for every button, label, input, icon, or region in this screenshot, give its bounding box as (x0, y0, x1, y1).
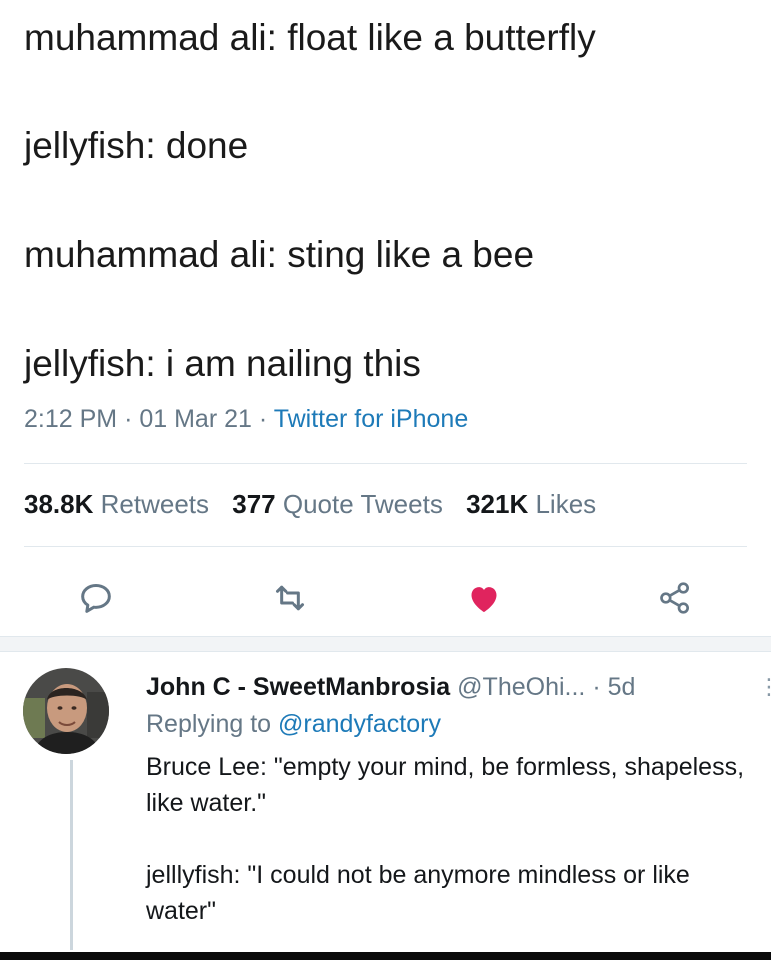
tweet-date[interactable]: 01 Mar 21 (139, 405, 252, 433)
meta-separator: · (124, 405, 133, 433)
tweet-source[interactable]: Twitter for iPhone (274, 405, 469, 433)
retweet-icon (276, 585, 304, 611)
retweet-button[interactable] (270, 578, 310, 618)
replying-to-label: Replying to (146, 710, 272, 738)
likes-count: 321K (466, 489, 529, 519)
avatar[interactable] (23, 668, 109, 754)
reply-display-name[interactable]: John C - SweetManbrosia (146, 673, 450, 701)
avatar-image (23, 668, 109, 754)
heart-icon (471, 587, 497, 613)
tweet-time[interactable]: 2:12 PM (24, 405, 117, 433)
retweets-stat[interactable]: 38.8K Retweets (24, 489, 209, 519)
quote-tweets-label: Quote Tweets (282, 489, 443, 519)
reply-handle[interactable]: @TheOhi... (457, 673, 585, 701)
quote-tweets-count: 377 (232, 489, 276, 519)
tweet-actions-bar (0, 572, 771, 622)
reply-tweet[interactable]: John C - SweetManbrosia @TheOhi... · 5d … (146, 672, 771, 929)
bottom-edge-bar (0, 952, 771, 960)
likes-label: Likes (535, 489, 597, 519)
retweets-label: Retweets (100, 489, 210, 519)
tweet-text-line: muhammad ali: float like a butterfly (24, 17, 596, 58)
thread-connector (70, 760, 73, 950)
section-separator (0, 636, 771, 652)
reply-time-separator: · (592, 673, 601, 701)
divider (24, 463, 747, 464)
retweets-count: 38.8K (24, 489, 94, 519)
quote-tweets-stat[interactable]: 377 Quote Tweets (232, 489, 443, 519)
reply-text: Bruce Lee: "empty your mind, be formless… (146, 753, 745, 925)
share-icon (660, 582, 689, 614)
like-button[interactable] (464, 578, 504, 618)
tweet-metadata: 2:12 PM · 01 Mar 21 · Twitter for iPhone (24, 405, 468, 434)
divider (24, 546, 747, 547)
more-options-icon[interactable]: ⋮ (758, 674, 771, 700)
reply-icon (81, 584, 111, 613)
tweet-text-line: jellyfish: done (24, 125, 249, 166)
tweet-text-line: jellyfish: i am nailing this (24, 343, 421, 384)
reply-timestamp[interactable]: 5d (608, 673, 636, 701)
share-button[interactable] (655, 578, 695, 618)
replying-to-handle[interactable]: @randyfactory (278, 710, 441, 738)
reply-button[interactable] (76, 578, 116, 618)
tweet-stats: 38.8K Retweets 377 Quote Tweets 321K Lik… (24, 489, 612, 520)
replying-to: Replying to @randyfactory (146, 710, 746, 739)
meta-separator: · (258, 405, 268, 433)
tweet-text-line: muhammad ali: sting like a bee (24, 234, 535, 275)
likes-stat[interactable]: 321K Likes (466, 489, 596, 519)
reply-header: John C - SweetManbrosia @TheOhi... · 5d (146, 672, 746, 702)
